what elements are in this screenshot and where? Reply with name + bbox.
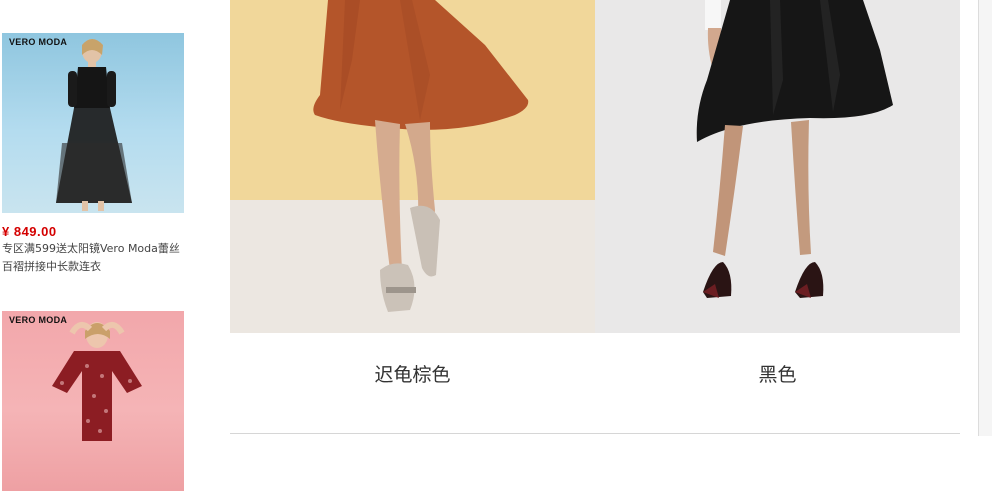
brand-logo: VERO MODA: [9, 315, 68, 325]
dress-model-image: [52, 321, 142, 441]
color-variants-section: 迟龟棕色 黑色: [230, 0, 960, 436]
recommended-products-sidebar: VERO MODA ¥ 849.00 专区满599送太阳镜Vero Moda蕾丝…: [0, 0, 200, 491]
product-thumbnail[interactable]: VERO MODA: [2, 311, 184, 491]
rust-skirt-photo: [230, 0, 595, 333]
product-price: ¥ 849.00: [2, 224, 57, 239]
black-skirt-photo: [595, 0, 960, 333]
variant-label-rust: 迟龟棕色: [374, 364, 451, 386]
variant-photo-black[interactable]: [595, 0, 960, 333]
product-thumbnail[interactable]: VERO MODA: [2, 33, 184, 213]
variant-photo-rust[interactable]: [230, 0, 595, 333]
dress-model-image: [56, 39, 132, 211]
brand-logo: VERO MODA: [9, 37, 68, 47]
section-divider: [230, 433, 960, 434]
product-card[interactable]: VERO MODA: [2, 311, 192, 491]
divider-line: [978, 0, 979, 436]
product-title-link[interactable]: 专区满599送太阳镜Vero Moda蕾丝百褶拼接中长款连衣: [2, 240, 187, 276]
variant-label-black: 黑色: [758, 364, 797, 386]
page-right-edge: [978, 0, 992, 436]
product-card[interactable]: VERO MODA ¥ 849.00 专区满599送太阳镜Vero Moda蕾丝…: [2, 33, 192, 276]
